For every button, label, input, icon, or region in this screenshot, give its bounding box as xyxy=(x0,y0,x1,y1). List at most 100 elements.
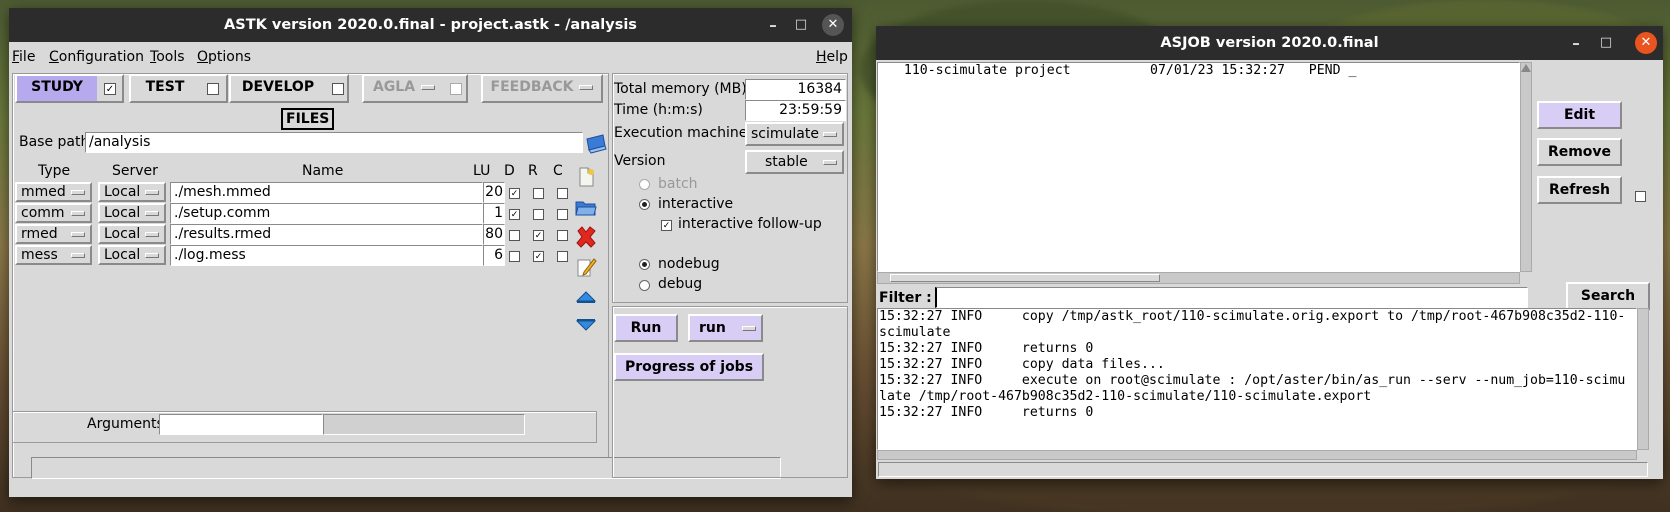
jobs-hscrollbar[interactable] xyxy=(877,272,1520,284)
row-lu-input[interactable]: 20 xyxy=(483,182,505,203)
total-memory-input[interactable]: 16384 xyxy=(745,79,846,100)
row-name-input[interactable]: ./results.rmed xyxy=(170,224,483,245)
col-r: R xyxy=(528,163,538,179)
row-d-checkbox[interactable] xyxy=(509,230,520,241)
debug-radio[interactable] xyxy=(639,280,650,291)
menu-mnemonic: F xyxy=(12,49,20,65)
astk-titlebar[interactable]: ASTK version 2020.0.final - project.astk… xyxy=(9,8,852,42)
mode-agla-checkbox[interactable] xyxy=(450,83,462,95)
browse-folder-icon[interactable] xyxy=(585,132,607,154)
row-server-value: Local xyxy=(104,205,141,221)
menu-tools[interactable]: Tools xyxy=(150,49,185,65)
mode-study-checkbox[interactable]: ✓ xyxy=(104,83,116,95)
menu-options[interactable]: Options xyxy=(197,49,251,65)
interactive-label: interactive xyxy=(658,196,734,212)
jobs-list[interactable]: 110-scimulate project 07/01/23 15:32:27 … xyxy=(877,62,1520,272)
row-name-input[interactable]: ./log.mess xyxy=(170,245,483,266)
row-c-checkbox[interactable] xyxy=(557,251,568,262)
minimize-icon[interactable]: – xyxy=(760,8,786,42)
row-lu-input[interactable]: 6 xyxy=(483,245,505,266)
row-server-value: Local xyxy=(104,184,141,200)
search-button[interactable]: Search xyxy=(1566,282,1650,310)
mode-feedback[interactable]: FEEDBACK xyxy=(481,74,603,103)
mode-agla-label: AGLA xyxy=(364,76,444,101)
new-file-icon[interactable] xyxy=(575,166,597,188)
mode-develop-checkbox[interactable] xyxy=(332,83,344,95)
log-hscrollbar[interactable] xyxy=(877,450,1637,460)
version-menu[interactable]: stable xyxy=(745,150,844,174)
progress-of-jobs-button[interactable]: Progress of jobs xyxy=(614,353,764,381)
jobs-vscrollbar[interactable] xyxy=(1520,62,1532,272)
row-lu-input[interactable]: 1 xyxy=(483,203,505,224)
row-type-menu[interactable]: comm xyxy=(15,203,92,223)
filter-input[interactable] xyxy=(935,287,1528,308)
exec-machine-menu[interactable]: scimulate xyxy=(745,122,844,146)
delete-icon[interactable] xyxy=(575,226,597,248)
row-r-checkbox[interactable]: ✓ xyxy=(533,230,544,241)
arguments-input[interactable] xyxy=(159,414,323,435)
row-type-menu[interactable]: mmed xyxy=(15,182,92,202)
time-input[interactable]: 23:59:59 xyxy=(745,100,846,121)
version-label: Version xyxy=(614,153,666,169)
row-r-checkbox[interactable] xyxy=(533,188,544,199)
batch-radio[interactable] xyxy=(639,179,650,190)
menu-indicator-icon xyxy=(145,232,159,237)
total-memory-label: Total memory (MB) xyxy=(614,81,747,97)
move-down-icon[interactable] xyxy=(575,314,597,336)
run-button[interactable]: Run xyxy=(614,314,678,342)
row-type-menu[interactable]: mess xyxy=(15,245,92,265)
row-r-checkbox[interactable] xyxy=(533,209,544,220)
interactive-radio[interactable] xyxy=(639,199,650,210)
edit-button[interactable]: Edit xyxy=(1537,101,1622,129)
mode-test[interactable]: TEST xyxy=(129,74,228,103)
mode-develop[interactable]: DEVELOP xyxy=(229,74,349,103)
interactive-followup-checkbox[interactable]: ✓ xyxy=(661,220,672,231)
row-c-checkbox[interactable] xyxy=(557,209,568,220)
row-r-checkbox[interactable]: ✓ xyxy=(533,251,544,262)
move-up-icon[interactable] xyxy=(575,286,597,308)
nodebug-label: nodebug xyxy=(658,256,720,272)
row-d-checkbox[interactable] xyxy=(509,251,520,262)
mode-agla[interactable]: AGLA xyxy=(362,74,468,103)
job-line[interactable]: 110-scimulate project 07/01/23 15:32:27 … xyxy=(888,63,1357,78)
row-name-input[interactable]: ./setup.comm xyxy=(170,203,483,224)
log-output[interactable]: 15:32:27 INFO copy /tmp/astk_root/110-sc… xyxy=(877,308,1637,450)
batch-label: batch xyxy=(658,176,698,192)
row-server-menu[interactable]: Local xyxy=(98,182,166,202)
menu-indicator-icon xyxy=(71,253,85,258)
base-path-input[interactable]: /analysis xyxy=(85,132,583,153)
asjob-titlebar[interactable]: ASJOB version 2020.0.final – □ ✕ xyxy=(876,26,1663,60)
menu-help[interactable]: Help xyxy=(816,49,848,65)
minimize-icon[interactable]: – xyxy=(1563,26,1589,60)
maximize-icon[interactable]: □ xyxy=(1593,26,1619,60)
mode-agla-text: AGLA xyxy=(372,79,416,95)
row-d-checkbox[interactable]: ✓ xyxy=(509,188,520,199)
menu-configuration[interactable]: Configuration xyxy=(49,49,144,65)
nodebug-radio[interactable] xyxy=(639,259,650,270)
row-type-menu[interactable]: rmed xyxy=(15,224,92,244)
row-name-input[interactable]: ./mesh.mmed xyxy=(170,182,483,203)
edit-pencil-icon[interactable] xyxy=(575,256,597,278)
open-folder-icon[interactable] xyxy=(575,196,597,218)
row-server-menu[interactable]: Local xyxy=(98,245,166,265)
scroll-up-icon[interactable] xyxy=(1521,64,1531,72)
mode-test-checkbox[interactable] xyxy=(207,83,219,95)
row-lu-input[interactable]: 80 xyxy=(483,224,505,245)
col-c: C xyxy=(553,163,563,179)
hscroll-thumb[interactable] xyxy=(890,274,1160,282)
close-icon[interactable]: ✕ xyxy=(822,14,844,36)
close-icon[interactable]: ✕ xyxy=(1635,32,1657,54)
remove-button[interactable]: Remove xyxy=(1537,138,1622,166)
maximize-icon[interactable]: □ xyxy=(788,8,814,42)
log-vscrollbar[interactable] xyxy=(1637,308,1649,450)
row-c-checkbox[interactable] xyxy=(557,230,568,241)
auto-refresh-checkbox[interactable] xyxy=(1635,191,1646,202)
refresh-button[interactable]: Refresh xyxy=(1537,176,1622,204)
run-mode-menu[interactable]: run xyxy=(688,314,763,342)
row-server-menu[interactable]: Local xyxy=(98,203,166,223)
row-server-menu[interactable]: Local xyxy=(98,224,166,244)
mode-study[interactable]: STUDY ✓ xyxy=(15,74,124,103)
menu-file[interactable]: File xyxy=(12,49,35,65)
row-d-checkbox[interactable]: ✓ xyxy=(509,209,520,220)
row-c-checkbox[interactable] xyxy=(557,188,568,199)
